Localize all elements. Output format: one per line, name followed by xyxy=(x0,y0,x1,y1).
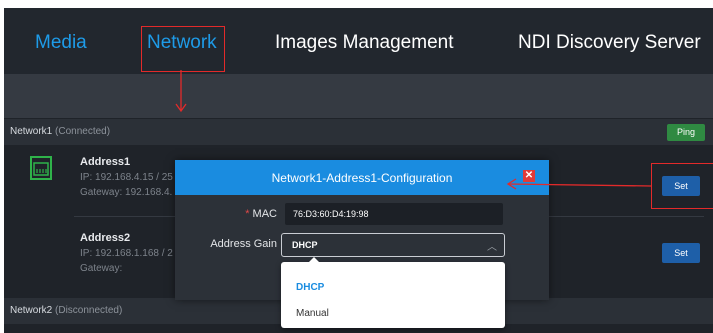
modal-header: Network1-Address1-Configuration ✕ xyxy=(175,160,549,195)
option-dhcp[interactable]: DHCP xyxy=(296,282,324,293)
nav-media[interactable]: Media xyxy=(35,32,87,54)
address-gain-select[interactable]: DHCP ︿ xyxy=(281,233,505,257)
network2-title: Network2 (Disconnected) xyxy=(10,305,123,316)
mac-field[interactable]: 76:D3:60:D4:19:98 xyxy=(285,203,503,225)
chevron-up-icon: ︿ xyxy=(487,242,497,253)
modal-title: Network1-Address1-Configuration xyxy=(271,171,453,185)
address2-gateway: Gateway: xyxy=(80,263,123,274)
network1-status: (Connected) xyxy=(55,126,111,137)
nav-ndi-discovery-server[interactable]: NDI Discovery Server xyxy=(518,32,701,54)
close-icon[interactable]: ✕ xyxy=(523,170,535,182)
address-gain-dropdown: DHCP Manual xyxy=(281,257,505,328)
sub-toolbar xyxy=(4,74,713,118)
ethernet-port-icon xyxy=(30,156,52,185)
address2-name: Address2 xyxy=(80,232,131,244)
address1-ip: IP: 192.168.4.15 / 25 xyxy=(80,172,173,183)
address1-name: Address1 xyxy=(80,156,131,168)
required-mark: * xyxy=(245,208,250,220)
address2-set-button[interactable]: Set xyxy=(662,243,700,263)
dropdown-caret xyxy=(308,257,320,263)
annotation-box-network xyxy=(141,26,225,72)
address-gain-label: Address Gain xyxy=(210,238,277,250)
option-manual[interactable]: Manual xyxy=(296,308,329,319)
mac-value: 76:D3:60:D4:19:98 xyxy=(293,209,369,219)
mac-label: * MAC xyxy=(245,208,277,220)
network1-header: Network1 (Connected) Ping xyxy=(4,119,713,145)
ping-button[interactable]: Ping xyxy=(667,124,705,141)
top-nav: Media Network Images Management NDI Disc… xyxy=(4,8,713,74)
address2-ip: IP: 192.168.1.168 / 2 xyxy=(80,248,173,259)
network2-status: (Disconnected) xyxy=(55,305,123,316)
nav-images-management[interactable]: Images Management xyxy=(275,32,454,54)
address1-gateway: Gateway: 192.168.4. xyxy=(80,187,173,198)
annotation-box-set xyxy=(651,163,713,209)
address-gain-value: DHCP xyxy=(292,240,318,250)
network1-title: Network1 (Connected) xyxy=(10,126,111,137)
